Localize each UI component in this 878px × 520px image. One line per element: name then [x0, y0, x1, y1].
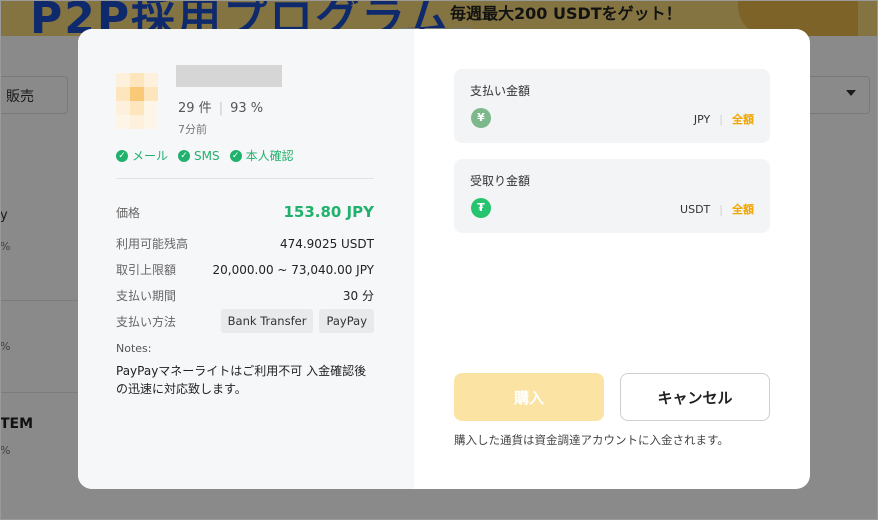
check-circle-icon: ✓: [116, 149, 128, 162]
payment-method-label: 支払い方法: [116, 314, 177, 329]
stats-separator: |: [218, 101, 224, 116]
check-circle-icon: ✓: [229, 149, 242, 162]
last-seen: 7分前: [178, 123, 207, 136]
payment-method-chips: Bank Transfer PayPay: [220, 309, 374, 333]
available-balance-value: 474.9025 USDT: [279, 236, 374, 251]
usdt-coin-icon: ₮: [471, 198, 491, 218]
verification-badges: ✓ メール ✓ SMS ✓ 本人確認: [116, 147, 294, 164]
price-value: 153.80 JPY: [283, 203, 374, 221]
receive-amount-suffix: USDT | 全額: [680, 201, 754, 217]
verification-label: SMS: [194, 148, 220, 163]
verification-sms: ✓ SMS: [178, 147, 220, 164]
trade-limit-value: 20,000.00 ~ 73,040.00 JPY: [212, 262, 374, 277]
avatar: [116, 73, 158, 135]
payment-method-chip: Bank Transfer: [220, 309, 314, 333]
payment-period-label: 支払い期間: [116, 289, 177, 303]
buy-button[interactable]: 購入: [454, 373, 604, 421]
check-circle-icon: ✓: [178, 149, 191, 162]
payment-period-value: 30 分: [342, 289, 374, 303]
cancel-button[interactable]: キャンセル: [620, 373, 770, 421]
completion-rate: 93 %: [230, 101, 264, 116]
payment-method-chip: PayPay: [319, 309, 374, 333]
receive-max-button[interactable]: 全額: [732, 201, 754, 217]
separator: |: [719, 202, 723, 216]
price-row: 価格 153.80 JPY: [116, 203, 374, 221]
trade-limit-label: 取引上限額: [116, 263, 177, 277]
deposit-footnote: 購入した通貨は資金調達アカウントに入金されます。: [454, 433, 729, 447]
available-balance-row: 利用可能残高 474.9025 USDT: [116, 235, 374, 252]
available-balance-label: 利用可能残高: [116, 237, 189, 251]
notes-label: Notes:: [116, 342, 152, 355]
verification-email: ✓ メール: [116, 147, 168, 164]
payment-method-row: 支払い方法 Bank Transfer PayPay: [116, 309, 374, 333]
verification-label: 本人確認: [245, 149, 294, 163]
order-form-panel: 支払い金額 ¥ JPY | 全額 受取り金額 ₮ USDT | 全額 購入 キャ…: [414, 29, 810, 489]
receive-currency: USDT: [680, 202, 711, 216]
trade-limit-row: 取引上限額 20,000.00 ~ 73,040.00 JPY: [116, 261, 374, 278]
verification-label: メール: [132, 149, 169, 163]
divider: [116, 178, 374, 179]
advertiser-details-panel: 29 件 | 93 % 7分前 ✓ メール ✓ SMS ✓ 本人確認 価格 153.…: [78, 29, 414, 489]
price-label: 価格: [116, 205, 141, 220]
pay-amount-label: 支払い金額: [470, 84, 531, 98]
order-count: 29 件: [178, 101, 212, 116]
advertiser-name-redacted: [176, 65, 282, 87]
receive-amount-label: 受取り金額: [470, 174, 531, 188]
pay-currency: JPY: [693, 112, 711, 126]
buy-order-modal: 29 件 | 93 % 7分前 ✓ メール ✓ SMS ✓ 本人確認 価格 153.…: [78, 29, 810, 489]
pay-amount-suffix: JPY | 全額: [694, 111, 754, 127]
receive-amount-field[interactable]: 受取り金額 ₮ USDT | 全額: [454, 159, 770, 233]
payment-period-row: 支払い期間 30 分: [116, 287, 374, 304]
notes-text: PayPayマネーライトはご利用不可 入金確認後の迅速に対応致します。: [116, 364, 367, 396]
verification-identity: ✓ 本人確認: [229, 147, 294, 164]
advertiser-stats: 29 件 | 93 %: [178, 97, 263, 116]
pay-amount-field[interactable]: 支払い金額 ¥ JPY | 全額: [454, 69, 770, 143]
pay-max-button[interactable]: 全額: [732, 111, 754, 127]
jpy-coin-icon: ¥: [471, 108, 491, 128]
separator: |: [719, 112, 723, 126]
